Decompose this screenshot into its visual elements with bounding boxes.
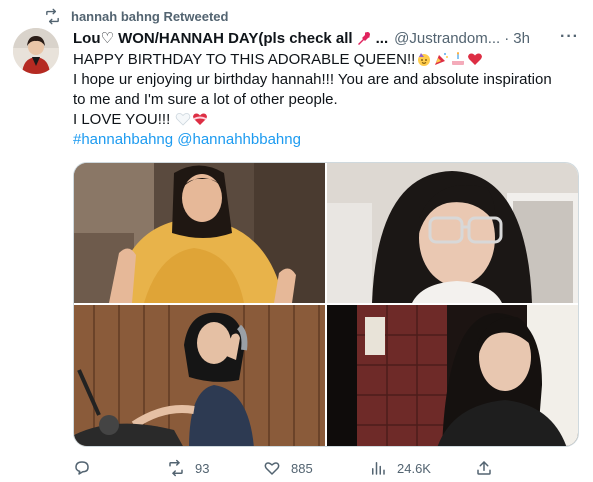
media-grid[interactable] (73, 162, 579, 447)
tweet-actions: 93 885 24.6K (73, 458, 503, 478)
retweet-context[interactable]: hannah bahng Retweeted (44, 7, 228, 25)
white-heart-emoji-icon (176, 113, 191, 126)
red-heart-emoji-icon (468, 53, 483, 65)
retweet-icon (46, 8, 59, 24)
photo-1[interactable] (74, 163, 325, 303)
tweet-line-4: I LOVE YOU!!! (73, 110, 578, 130)
photo-2[interactable] (327, 163, 578, 303)
photo-4[interactable] (327, 305, 578, 446)
party-popper-emoji-icon (435, 53, 449, 65)
tweet-line-3: to me and I'm sure a lot of other people… (73, 91, 338, 108)
timestamp[interactable]: 3h (513, 30, 530, 47)
avatar[interactable] (13, 28, 59, 74)
tweet-line-1-text: HAPPY BIRTHDAY TO THIS ADORABLE QUEEN!! (73, 51, 416, 68)
like-count: 885 (291, 460, 313, 476)
reply-icon (75, 461, 89, 475)
heart-with-ribbon-emoji-icon (193, 113, 208, 125)
party-face-emoji-icon (418, 53, 431, 66)
view-count: 24.6K (397, 460, 431, 476)
heart-icon (264, 462, 280, 475)
pushpin-emoji-icon (357, 32, 370, 45)
retweet-count: 93 (195, 460, 210, 476)
tweet-header: Lou♡ WON/HANNAH DAY(pls check all ... @J… (73, 28, 583, 48)
retweet-icon (169, 459, 183, 477)
like-button[interactable]: 885 (263, 459, 369, 477)
reply-button[interactable] (73, 459, 167, 477)
tweet-line-1: HAPPY BIRTHDAY TO THIS ADORABLE QUEEN!! (73, 50, 578, 70)
user-handle[interactable]: @Justrandom... (394, 30, 500, 47)
header-separator: · (504, 29, 510, 47)
name-truncation: ... (375, 29, 389, 47)
share-button[interactable] (475, 459, 503, 477)
display-name[interactable]: Lou♡ WON/HANNAH DAY(pls check all (73, 29, 353, 47)
retweet-button[interactable]: 93 (167, 459, 263, 477)
birthday-cake-emoji-icon (452, 52, 465, 65)
views-button[interactable]: 24.6K (369, 459, 475, 477)
more-options-icon[interactable]: ··· (560, 28, 579, 48)
views-chart-icon (372, 462, 385, 475)
retweet-label[interactable]: hannah bahng Retweeted (71, 9, 228, 24)
photo-3[interactable] (74, 305, 325, 446)
share-icon (477, 461, 491, 475)
tweet-line-4-text: I LOVE YOU!!! (73, 111, 171, 128)
hashtags-mentions[interactable]: #hannahbahng @hannahhbbahng (73, 130, 578, 150)
tweet-line-2: I hope ur enjoying ur birthday hannah!!!… (73, 71, 552, 88)
tweet-text: HAPPY BIRTHDAY TO THIS ADORABLE QUEEN!! … (73, 50, 578, 150)
